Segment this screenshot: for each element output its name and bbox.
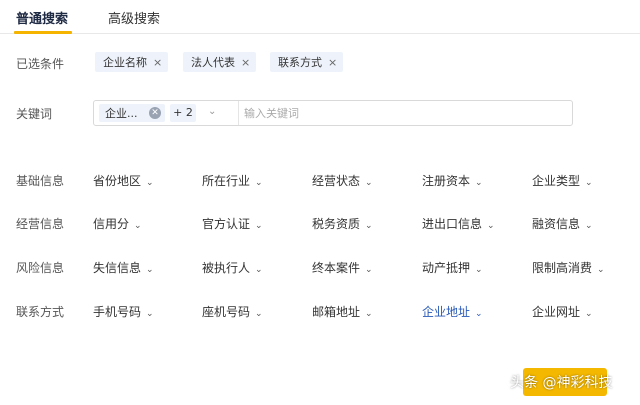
filter-final-cases[interactable]: 终本案件 ⌄ — [312, 259, 373, 276]
tab-normal-search[interactable]: 普通搜索 — [16, 8, 68, 27]
filter-official-cert[interactable]: 官方认证 ⌄ — [202, 215, 263, 232]
keyword-search-box: 企业... ✕ + 2 ⌄ — [93, 100, 573, 126]
filter-landline[interactable]: 座机号码 ⌄ — [202, 303, 263, 320]
filter-email[interactable]: 邮箱地址 ⌄ — [312, 303, 373, 320]
filter-label: 官方认证 — [202, 217, 251, 231]
filter-label: 省份地区 — [93, 174, 142, 188]
chevron-down-icon: ⌄ — [255, 178, 263, 188]
filter-business-status[interactable]: 经营状态 ⌄ — [312, 172, 373, 189]
filter-label: 信用分 — [93, 217, 130, 231]
filter-label: 终本案件 — [312, 261, 361, 275]
filter-group-label-basic: 基础信息 — [16, 174, 65, 188]
filter-consumption-limit[interactable]: 限制高消费 ⌄ — [532, 259, 605, 276]
close-icon[interactable]: × — [153, 56, 162, 69]
filter-financing[interactable]: 融资信息 ⌄ — [532, 215, 593, 232]
filter-import-export[interactable]: 进出口信息 ⌄ — [422, 215, 495, 232]
search-tabs: 普通搜索 高级搜索 — [0, 0, 640, 34]
chevron-down-icon: ⌄ — [475, 178, 483, 188]
chevron-down-icon: ⌄ — [365, 265, 373, 275]
chevron-down-icon: ⌄ — [255, 265, 263, 275]
filter-dishonesty[interactable]: 失信信息 ⌄ — [93, 259, 154, 276]
filter-label: 限制高消费 — [532, 261, 593, 275]
chevron-down-icon: ⌄ — [255, 309, 263, 319]
filter-industry[interactable]: 所在行业 ⌄ — [202, 172, 263, 189]
keyword-tag-label: 企业... — [105, 107, 138, 120]
close-icon[interactable]: × — [328, 56, 337, 69]
selected-conditions-label: 已选条件 — [16, 57, 65, 71]
chevron-down-icon: ⌄ — [146, 265, 154, 275]
filter-group-label-contact: 联系方式 — [16, 305, 65, 319]
chevron-down-icon: ⌄ — [597, 265, 605, 275]
filter-chattel-mortgage[interactable]: 动产抵押 ⌄ — [422, 259, 483, 276]
keyword-field-tag: 企业... ✕ — [99, 104, 165, 122]
chevron-down-icon: ⌄ — [134, 221, 142, 231]
condition-chip-company-name: 企业名称 × — [95, 52, 169, 72]
filter-label: 动产抵押 — [422, 261, 471, 275]
active-tab-indicator — [14, 31, 72, 34]
filter-label: 经营状态 — [312, 174, 361, 188]
chevron-down-icon: ⌄ — [475, 265, 483, 275]
more-fields-count[interactable]: + 2 — [170, 104, 196, 122]
chip-label: 联系方式 — [278, 56, 322, 69]
condition-chip-legal-rep: 法人代表 × — [183, 52, 257, 72]
clear-icon[interactable]: ✕ — [149, 107, 161, 119]
filter-label: 手机号码 — [93, 305, 142, 319]
chevron-down-icon: ⌄ — [487, 221, 495, 231]
filter-label: 税务资质 — [312, 217, 361, 231]
filter-registered-capital[interactable]: 注册资本 ⌄ — [422, 172, 483, 189]
chevron-down-icon: ⌄ — [365, 221, 373, 231]
filter-label: 注册资本 — [422, 174, 471, 188]
filter-label: 企业地址 — [422, 305, 471, 319]
filter-label: 企业网址 — [532, 305, 581, 319]
chevron-down-icon: ⌄ — [475, 309, 483, 319]
filter-label: 融资信息 — [532, 217, 581, 231]
chevron-down-icon: ⌄ — [365, 178, 373, 188]
close-icon[interactable]: × — [241, 56, 250, 69]
chevron-down-icon: ⌄ — [585, 309, 593, 319]
chevron-down-icon: ⌄ — [255, 221, 263, 231]
chevron-down-icon: ⌄ — [146, 178, 154, 188]
filter-group-label-operations: 经营信息 — [16, 217, 65, 231]
keyword-label: 关键词 — [16, 107, 53, 121]
chip-label: 企业名称 — [103, 56, 147, 69]
keyword-input[interactable] — [244, 103, 564, 123]
filter-mobile[interactable]: 手机号码 ⌄ — [93, 303, 154, 320]
filter-credit-score[interactable]: 信用分 ⌄ — [93, 215, 142, 232]
filter-label: 座机号码 — [202, 305, 251, 319]
filter-region[interactable]: 省份地区 ⌄ — [93, 172, 154, 189]
filter-label: 被执行人 — [202, 261, 251, 275]
chevron-down-icon: ⌄ — [585, 178, 593, 188]
filter-group-label-risk: 风险信息 — [16, 261, 65, 275]
chip-label: 法人代表 — [191, 56, 235, 69]
filter-person-executed[interactable]: 被执行人 ⌄ — [202, 259, 263, 276]
filter-label: 所在行业 — [202, 174, 251, 188]
filter-website[interactable]: 企业网址 ⌄ — [532, 303, 593, 320]
filter-label: 邮箱地址 — [312, 305, 361, 319]
condition-chip-contact: 联系方式 × — [270, 52, 344, 72]
filter-label: 失信信息 — [93, 261, 142, 275]
filter-label: 进出口信息 — [422, 217, 483, 231]
chevron-down-icon: ⌄ — [365, 309, 373, 319]
watermark: 头条 @神彩科技 — [510, 375, 613, 391]
chevron-down-icon: ⌄ — [585, 221, 593, 231]
chevron-down-icon: ⌄ — [146, 309, 154, 319]
chevron-down-icon[interactable]: ⌄ — [208, 106, 216, 117]
filter-tax-qualification[interactable]: 税务资质 ⌄ — [312, 215, 373, 232]
filter-label: 企业类型 — [532, 174, 581, 188]
divider — [238, 101, 239, 125]
tab-advanced-search[interactable]: 高级搜索 — [108, 8, 160, 27]
filter-company-type[interactable]: 企业类型 ⌄ — [532, 172, 593, 189]
filter-company-address[interactable]: 企业地址 ⌄ — [422, 303, 483, 320]
